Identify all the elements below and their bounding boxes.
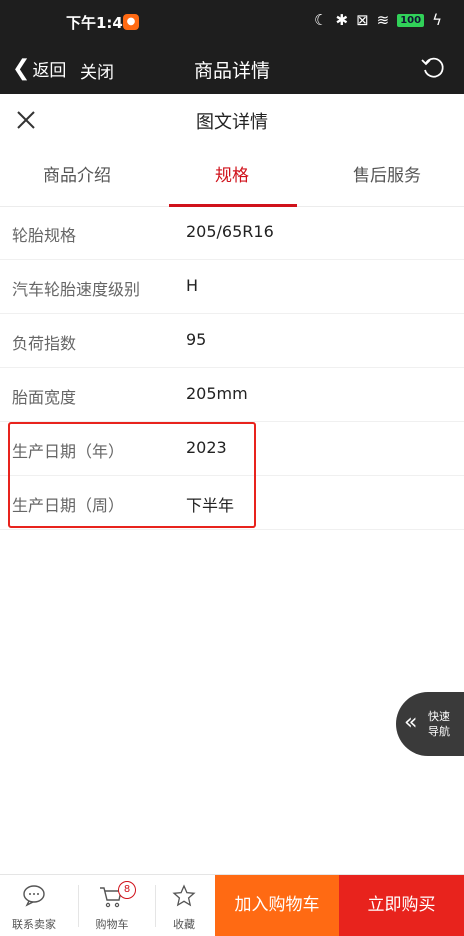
contact-seller-button[interactable]: 联系卖家 [0,875,68,936]
add-to-cart-button[interactable]: 加入购物车 [215,875,339,936]
app-notification-icon: ● [123,14,139,30]
spec-row: 汽车轮胎速度级别 H [0,260,464,314]
status-icons: ☾ ✱ ⊠ ≋ 100 ϟ [314,11,442,29]
spec-value: H [186,276,199,295]
sim-icon: ⊠ [356,11,369,29]
tab-specs[interactable]: 规格 [155,146,309,207]
buy-now-button[interactable]: 立即购买 [339,875,464,936]
battery-icon: 100 [397,13,425,27]
quick-nav-line2: 导航 [428,725,450,738]
bluetooth-icon: ✱ [335,11,349,29]
quick-nav-button[interactable]: « 快速 导航 [396,692,464,756]
page-title: 商品详情 [193,60,270,82]
status-bar: 下午1:40 ● ☾ ✱ ⊠ ≋ 100 ϟ [0,0,464,44]
sub-header: 图文详情 [0,94,464,146]
wifi-icon: ≋ [376,11,390,29]
star-icon [172,884,196,907]
spec-row: 负荷指数 95 [0,314,464,368]
contact-seller-label: 联系卖家 [12,918,56,931]
cart-count-badge: 8 [118,881,136,899]
cart-label: 购物车 [95,918,129,931]
refresh-icon[interactable] [420,54,446,80]
spec-label: 负荷指数 [12,334,77,353]
tab-specs-label: 规格 [215,166,249,186]
spec-value: 95 [186,330,207,349]
tab-intro[interactable]: 商品介绍 [0,146,154,206]
spec-row: 轮胎规格 205/65R16 [0,206,464,260]
bottom-action-bar: 联系卖家 8 购物车 收藏 加入购物车 立即购买 [0,874,464,936]
moon-icon: ☾ [314,11,328,29]
double-chevron-left-icon: « [404,710,418,735]
spec-value: 205/65R16 [186,222,274,241]
spec-label: 轮胎规格 [12,226,77,245]
highlight-annotation-box [8,422,256,528]
favorite-button[interactable]: 收藏 [150,875,218,936]
favorite-label: 收藏 [173,918,195,931]
spec-row: 胎面宽度 205mm [0,368,464,422]
quick-nav-line1: 快速 [428,710,450,723]
tab-bar: 商品介绍 规格 售后服务 [0,146,464,207]
spec-value: 205mm [186,384,248,403]
quick-nav-label: 快速 导航 [428,709,456,739]
nav-bar: ❮ 返回 关闭 商品详情 [0,44,464,94]
chat-icon [23,885,45,907]
spec-label: 胎面宽度 [12,388,77,407]
cart-button[interactable]: 8 购物车 [78,875,146,936]
spec-label: 汽车轮胎速度级别 [12,280,141,299]
tab-after-sales[interactable]: 售后服务 [310,146,464,206]
section-title: 图文详情 [196,112,268,133]
charging-icon: ϟ [432,11,442,29]
